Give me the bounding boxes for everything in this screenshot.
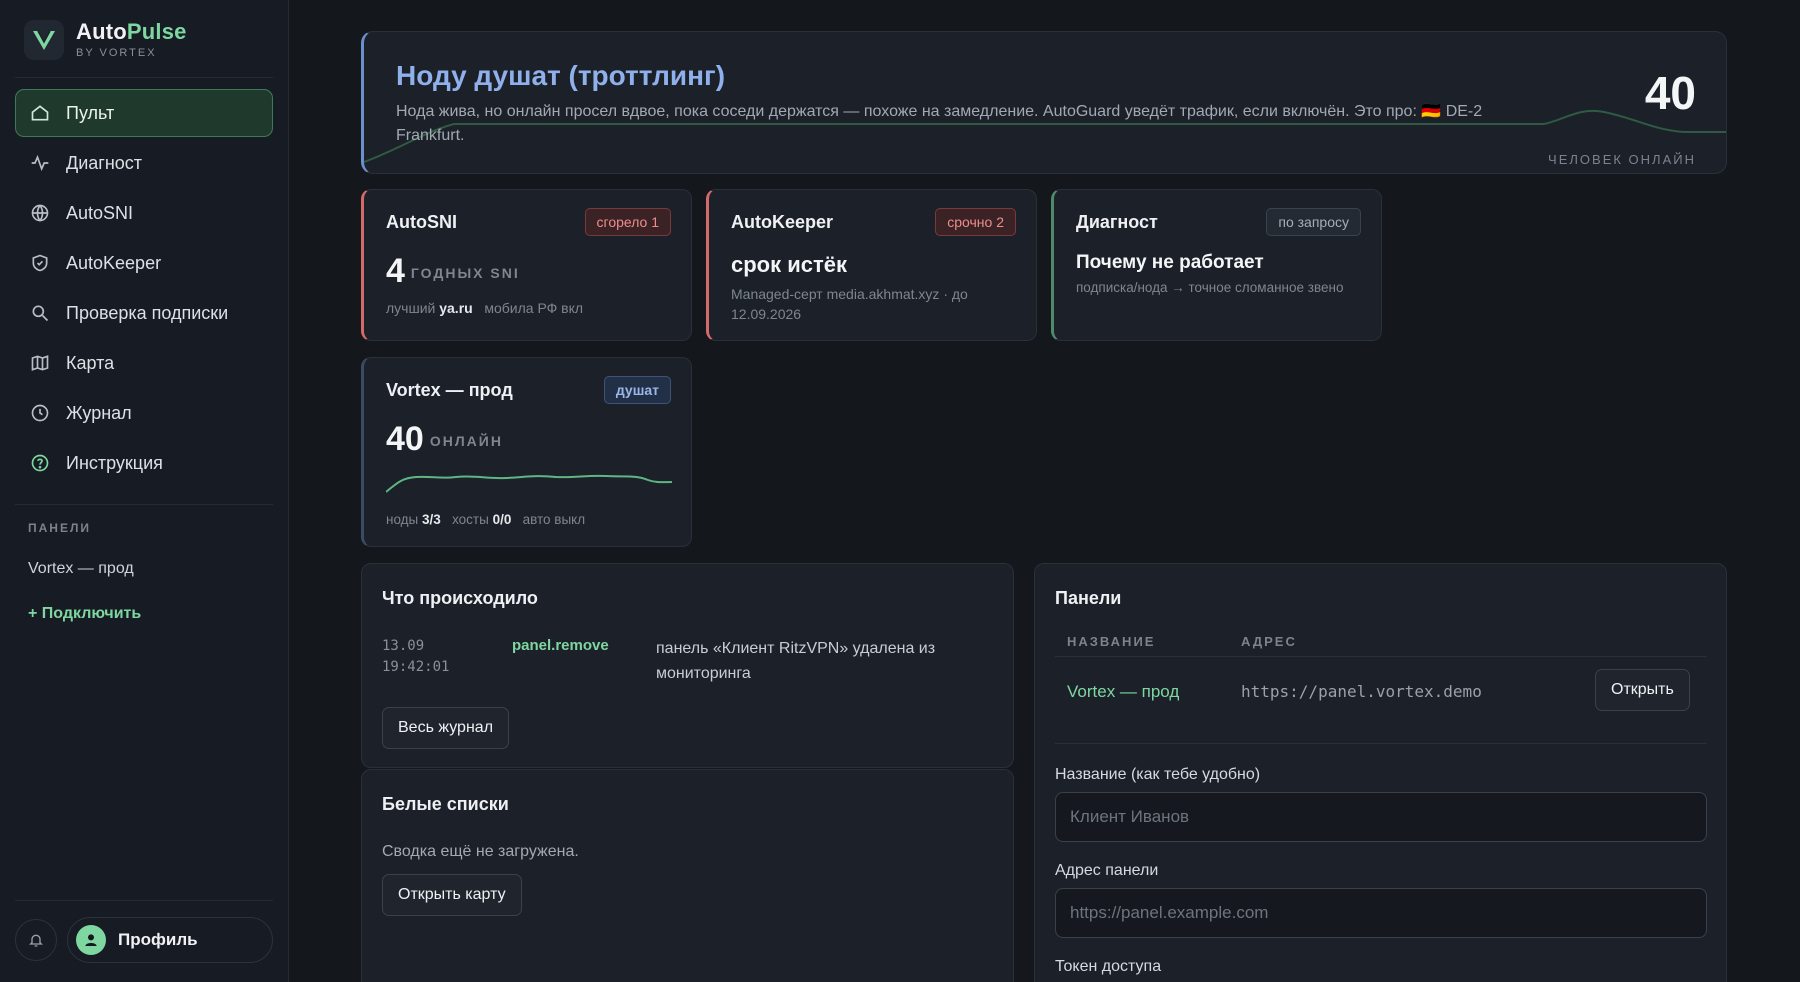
bell-icon	[29, 934, 43, 947]
panel-row-address: https://panel.vortex.demo	[1241, 682, 1482, 701]
panel-title: Панели	[1055, 588, 1122, 608]
nav-item-subscription-check[interactable]: Проверка подписки	[15, 289, 273, 337]
divider	[15, 77, 273, 78]
column-header-name: НАЗВАНИЕ	[1067, 634, 1156, 649]
autokeeper-card[interactable]: AutoKeeper срочно 2 срок истёк Managed-с…	[706, 189, 1037, 341]
status-badge: душат	[603, 376, 671, 404]
nav-item-label: Карта	[66, 352, 115, 373]
divider	[15, 504, 273, 505]
card-subtext: ноды 3/3 хосты 0/0 авто выкл	[386, 512, 586, 527]
nav-item-label: Диагност	[66, 152, 143, 173]
online-count-label: ЧЕЛОВЕК ОНЛАЙН	[1548, 152, 1696, 167]
name-field-label: Название (как тебе удобно)	[1055, 766, 1261, 783]
brand[interactable]: AutoPulse BY VORTEX	[24, 20, 187, 60]
divider	[15, 900, 273, 901]
card-headline: срок истёк	[731, 252, 848, 277]
search-icon	[32, 305, 49, 322]
name-input[interactable]	[1055, 792, 1707, 842]
nav-item-label: Пульт	[66, 102, 115, 123]
column-header-address: АДРЕС	[1241, 634, 1297, 649]
nav-item-label: Журнал	[66, 402, 132, 423]
nav-item-dashboard[interactable]: Пульт	[15, 89, 273, 137]
status-badge: сгорело 1	[584, 208, 671, 236]
panel-address-input[interactable]	[1055, 888, 1707, 938]
whitelists-status: Сводка ещё не загружена.	[382, 843, 579, 860]
nav-item-label: Инструкция	[66, 452, 163, 473]
card-headline: Почему не работает	[1076, 252, 1264, 273]
online-count: 40 ОНЛАЙН	[386, 420, 503, 458]
status-banner: Ноду душат (троттлинг) Нода жива, но онл…	[361, 31, 1727, 174]
sidebar: AutoPulse BY VORTEX Пульт Диагност AutoS…	[0, 0, 289, 982]
clock-icon	[31, 404, 49, 422]
notifications-button[interactable]	[15, 919, 57, 961]
token-field-label: Токен доступа	[1055, 958, 1162, 975]
whitelists-panel: Белые списки Сводка ещё не загружена. От…	[361, 769, 1014, 982]
map-icon	[31, 355, 49, 371]
banner-description: Нода жива, но онлайн просел вдвое, пока …	[396, 103, 1483, 144]
card-title: AutoSNI	[386, 212, 457, 232]
nav-item-label: AutoSNI	[66, 202, 134, 223]
nav-item-journal[interactable]: Журнал	[15, 389, 273, 437]
connect-panel-link[interactable]: + Подключить	[28, 605, 141, 623]
divider	[1055, 656, 1707, 657]
logo-icon	[24, 20, 64, 60]
nav-item-label: Проверка подписки	[66, 302, 229, 323]
diagnost-card[interactable]: Диагност по запросу Почему не работает п…	[1051, 189, 1382, 341]
nav-item-instructions[interactable]: Инструкция	[15, 439, 273, 487]
card-subtext: подписка/нода → точное сломанное звено	[1076, 280, 1344, 295]
autosni-card[interactable]: AutoSNI сгорело 1 4 ГОДНЫХ SNI лучший ya.…	[361, 189, 692, 341]
banner-title: Ноду душат (троттлинг)	[396, 60, 726, 91]
panel-row-name[interactable]: Vortex — прод	[1067, 682, 1179, 702]
nav-item-label: AutoKeeper	[66, 252, 162, 273]
event-time: 13.09 19:42:01	[382, 638, 450, 675]
event-text: панель «Клиент RitzVPN» удалена из монит…	[656, 640, 936, 682]
open-panel-button[interactable]: Открыть	[1595, 669, 1690, 711]
help-circle-icon	[31, 454, 49, 472]
events-panel: Что происходило 13.09 19:42:01 panel.remo…	[361, 563, 1014, 768]
divider	[1055, 743, 1707, 744]
card-subtext: лучший ya.ru мобила РФ вкл	[386, 300, 584, 316]
card-title: Диагност	[1076, 212, 1158, 232]
card-title: AutoKeeper	[731, 212, 834, 232]
brand-name: AutoPulse	[76, 19, 187, 44]
card-subtext: Managed-серт media.akhmat.xyz · до 12.09…	[731, 286, 968, 322]
event-type: panel.remove	[512, 637, 609, 654]
full-journal-button[interactable]: Весь журнал	[382, 707, 510, 749]
panel-title: Белые списки	[382, 794, 509, 814]
main-nav: Пульт Диагност AutoSNI AutoKeeper Провер…	[15, 89, 273, 489]
panels-panel: Панели НАЗВАНИЕ АДРЕС Vortex — прод http…	[1034, 563, 1727, 982]
home-icon	[31, 105, 49, 121]
address-field-label: Адрес панели	[1055, 862, 1159, 879]
profile-button[interactable]: Профиль	[67, 917, 273, 963]
panel-title: Что происходило	[382, 588, 538, 608]
nav-item-autokeeper[interactable]: AutoKeeper	[15, 239, 273, 287]
good-sni-count: 4 ГОДНЫХ SNI	[386, 252, 520, 290]
online-count: 40	[1644, 67, 1696, 119]
shield-icon	[32, 254, 48, 272]
status-badge: по запросу	[1266, 208, 1361, 236]
online-sparkline	[386, 474, 672, 493]
nav-item-diagnost[interactable]: Диагност	[15, 139, 273, 187]
vortex-panel-card[interactable]: Vortex — прод душат 40 ОНЛАЙН ноды 3/3 хо…	[361, 357, 692, 547]
brand-subtitle: BY VORTEX	[76, 47, 157, 59]
sidebar-panel-link[interactable]: Vortex — прод	[28, 560, 134, 578]
avatar	[76, 925, 106, 955]
user-icon	[85, 934, 97, 946]
profile-label: Профиль	[118, 930, 198, 949]
card-title: Vortex — прод	[386, 380, 513, 400]
panels-section-label: ПАНЕЛИ	[28, 521, 92, 535]
nav-item-map[interactable]: Карта	[15, 339, 273, 387]
activity-icon	[31, 154, 49, 172]
open-map-button[interactable]: Открыть карту	[382, 874, 522, 916]
status-badge: срочно 2	[935, 208, 1016, 236]
globe-icon	[31, 204, 49, 222]
nav-item-autosni[interactable]: AutoSNI	[15, 189, 273, 237]
